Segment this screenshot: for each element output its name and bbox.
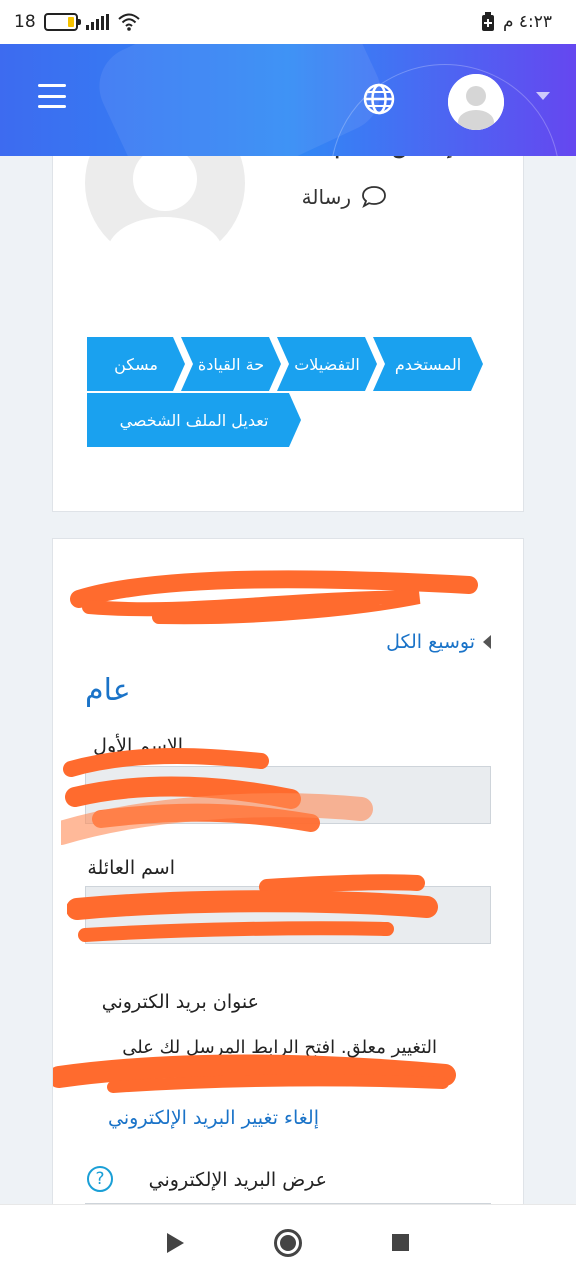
system-navigation-bar — [0, 1204, 576, 1280]
send-message-link[interactable]: رسالة — [302, 185, 387, 209]
user-avatar-icon[interactable] — [448, 74, 504, 130]
cancel-email-change-link[interactable]: إلغاء تغيير البريد الإلكتروني — [108, 1107, 319, 1129]
first-name-label: الاسم الأول — [93, 735, 183, 757]
breadcrumb-home[interactable]: مسكن — [87, 337, 185, 391]
globe-icon[interactable] — [362, 82, 396, 116]
email-display-label: عرض البريد الإلكتروني — [148, 1169, 327, 1191]
back-icon[interactable] — [167, 1232, 184, 1253]
signal-icon — [85, 14, 109, 30]
expand-all-link[interactable]: توسيع الكل — [386, 631, 491, 653]
clock: ٤:٢٣ م — [502, 12, 552, 32]
message-label: رسالة — [301, 185, 351, 209]
email-label: عنوان بريد الكتروني — [101, 991, 259, 1013]
top-navbar — [0, 44, 576, 156]
last-name-label: اسم العائلة — [87, 857, 175, 879]
wifi-icon — [117, 13, 140, 31]
help-icon[interactable]: ? — [87, 1166, 113, 1192]
battery-saver-icon — [481, 12, 494, 31]
profile-avatar — [85, 141, 245, 271]
breadcrumb: مسكن حة القيادة التفضيلات المستخدم تعديل… — [87, 337, 487, 449]
breadcrumb-preferences[interactable]: التفضيلات — [277, 337, 377, 391]
user-menu-caret-icon[interactable] — [536, 92, 550, 100]
breadcrumb-dashboard[interactable]: حة القيادة — [181, 337, 281, 391]
first-name-field[interactable] — [85, 766, 491, 824]
redaction-scribble — [70, 570, 478, 625]
breadcrumb-user[interactable]: المستخدم — [373, 337, 483, 391]
breadcrumb-edit-profile[interactable]: تعديل الملف الشخصي — [87, 393, 301, 447]
section-title: عام — [85, 673, 131, 708]
email-pending-text: التغيير معلق. افتح الرابط المرسل لك على — [122, 1037, 437, 1058]
last-name-field[interactable] — [85, 886, 491, 944]
chat-bubble-icon — [362, 186, 386, 209]
battery-icon — [43, 13, 81, 31]
status-bar: 18 ٤:٢٣ م — [0, 0, 576, 44]
status-left: 18 — [14, 12, 141, 32]
battery-level: 18 — [14, 12, 36, 32]
profile-header-card: إيناس عالم رسالة مسكن حة القيادة التفضيل… — [52, 137, 524, 512]
edit-profile-form-card: توسيع الكل عام الاسم الأول اسم العائلة ع… — [52, 538, 524, 1243]
menu-icon[interactable] — [38, 84, 66, 108]
home-icon[interactable] — [274, 1228, 302, 1257]
status-right: ٤:٢٣ م — [481, 12, 552, 32]
caret-left-icon — [483, 635, 491, 649]
recents-icon[interactable] — [392, 1234, 409, 1251]
